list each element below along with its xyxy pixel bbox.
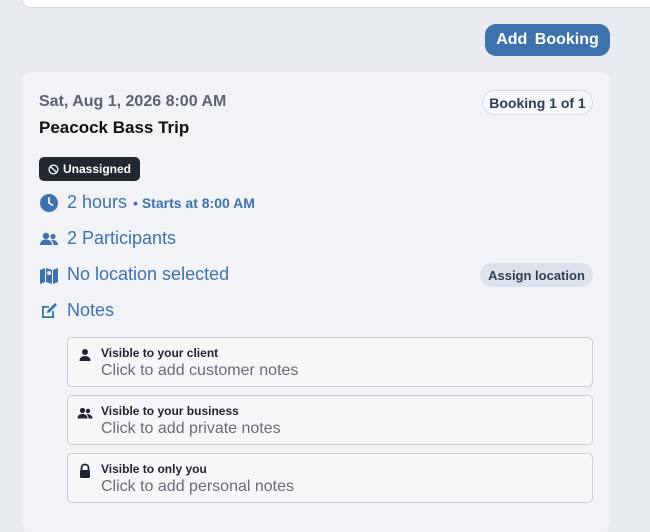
participants-row[interactable]: 2 Participants <box>39 228 176 249</box>
customer-notes-box[interactable]: Visible to your client Click to add cust… <box>67 337 593 387</box>
users-icon <box>77 405 93 421</box>
booking-counter: Booking 1 of 1 <box>482 90 593 115</box>
personal-notes-box[interactable]: Visible to only you Click to add persona… <box>67 453 593 503</box>
booking-card: Sat, Aug 1, 2026 8:00 AM Peacock Bass Tr… <box>22 72 610 532</box>
previous-card-edge <box>22 0 650 8</box>
private-notes-box[interactable]: Visible to your business Click to add pr… <box>67 395 593 445</box>
map-icon <box>39 265 59 285</box>
personal-notes-placeholder[interactable]: Click to add personal notes <box>101 478 294 496</box>
users-icon <box>39 229 59 249</box>
booking-date: Sat, Aug 1, 2026 8:00 AM <box>39 93 227 110</box>
person-icon <box>77 347 93 363</box>
add-booking-button[interactable]: Add Booking <box>485 24 610 56</box>
duration-row: 2 hours • Starts at 8:00 AM <box>39 192 255 213</box>
note-visibility-label: Visible to your business <box>101 404 239 418</box>
status-badge: Unassigned <box>39 157 140 181</box>
start-time-text: • Starts at 8:00 AM <box>133 194 255 211</box>
notes-row: Notes <box>39 300 114 321</box>
participants-text[interactable]: 2 Participants <box>67 228 176 249</box>
booking-title: Peacock Bass Trip <box>39 118 190 137</box>
note-visibility-label: Visible to your client <box>101 346 219 360</box>
notes-label: Notes <box>67 300 115 320</box>
assign-location-button[interactable]: Assign location <box>480 263 593 287</box>
status-badge-label: Unassigned <box>62 162 131 176</box>
ban-icon <box>48 163 59 175</box>
clock-icon <box>39 193 59 213</box>
lock-icon <box>77 463 93 479</box>
private-notes-placeholder[interactable]: Click to add private notes <box>101 420 281 438</box>
customer-notes-placeholder[interactable]: Click to add customer notes <box>101 362 298 380</box>
note-visibility-label: Visible to only you <box>101 462 207 476</box>
edit-icon <box>39 301 59 321</box>
duration-text: 2 hours <box>67 192 128 212</box>
location-row: No location selected <box>39 264 229 285</box>
location-text: No location selected <box>67 264 230 284</box>
